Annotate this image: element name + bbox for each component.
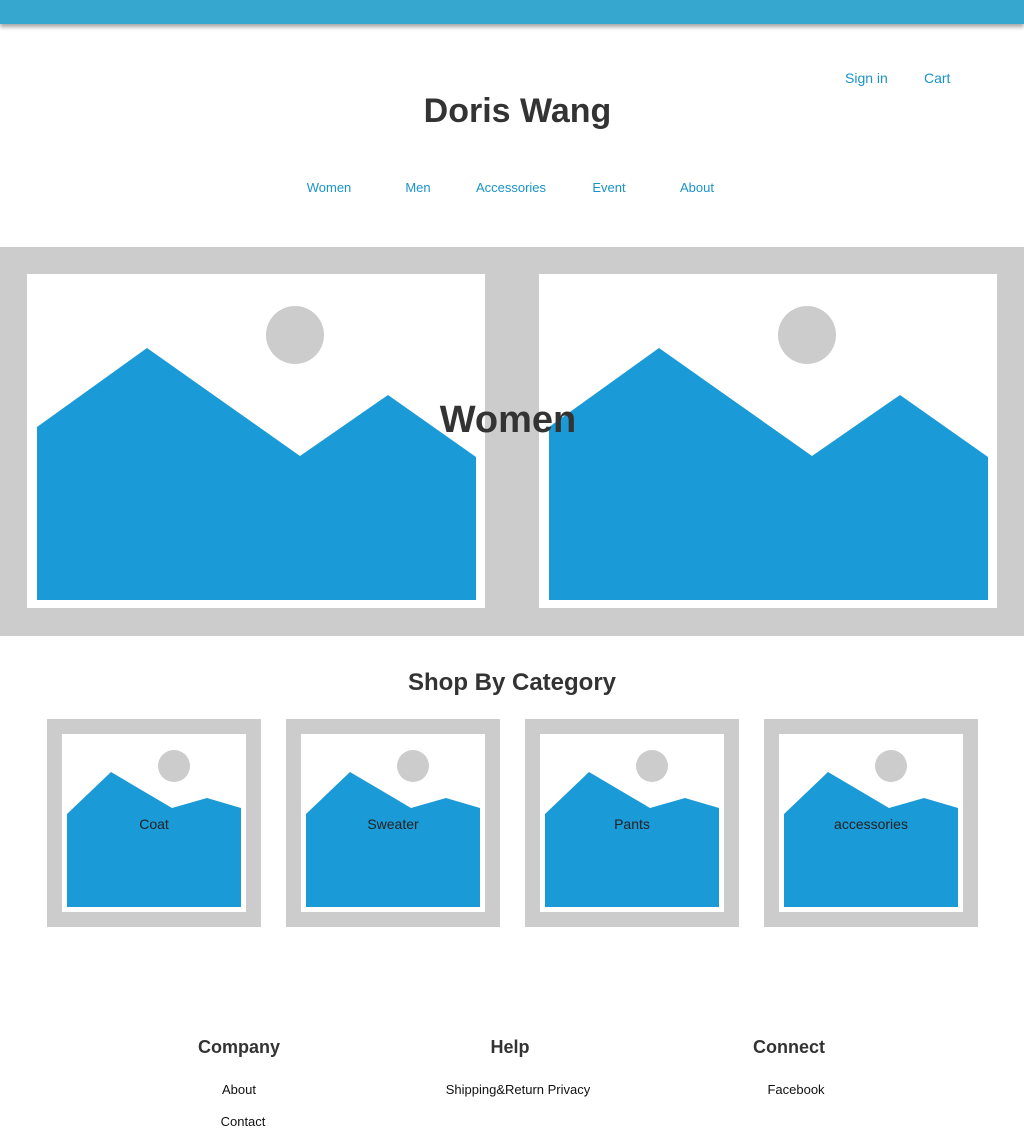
footer-heading-company: Company (197, 1037, 280, 1057)
cart-link[interactable]: Cart (924, 70, 950, 86)
hero-banner: Women (0, 247, 1024, 636)
top-bar (0, 0, 1024, 24)
nav-item-men[interactable]: Men (368, 180, 468, 195)
nav-item-event[interactable]: Event (559, 180, 659, 195)
category-image: Sweater (301, 734, 485, 912)
footer-link-contact[interactable]: Contact (143, 1114, 343, 1129)
category-card-accessories[interactable]: accessories (764, 719, 978, 927)
category-label: Pants (614, 816, 650, 832)
footer-link-about[interactable]: About (139, 1082, 339, 1097)
hero-title: Women (439, 399, 577, 441)
shop-by-category-heading: Shop By Category (407, 669, 617, 696)
site-title: Doris Wang (423, 92, 612, 130)
nav-item-women[interactable]: Women (279, 180, 379, 195)
category-card-sweater[interactable]: Sweater (286, 719, 500, 927)
category-label: Coat (139, 816, 169, 832)
nav-item-about[interactable]: About (647, 180, 747, 195)
category-card-pants[interactable]: Pants (525, 719, 739, 927)
category-label: accessories (834, 816, 908, 832)
category-card-coat[interactable]: Coat (47, 719, 261, 927)
footer-heading-connect: Connect (753, 1037, 825, 1057)
nav-item-accessories[interactable]: Accessories (461, 180, 561, 195)
footer-link-facebook[interactable]: Facebook (696, 1082, 896, 1097)
category-image: Pants (540, 734, 724, 912)
footer-heading-help: Help (490, 1037, 530, 1057)
category-label: Sweater (367, 816, 419, 832)
category-image: accessories (779, 734, 963, 912)
category-image: Coat (62, 734, 246, 912)
footer-link-shipping-return-privacy[interactable]: Shipping&Return Privacy (418, 1082, 618, 1097)
sign-in-link[interactable]: Sign in (845, 70, 888, 86)
